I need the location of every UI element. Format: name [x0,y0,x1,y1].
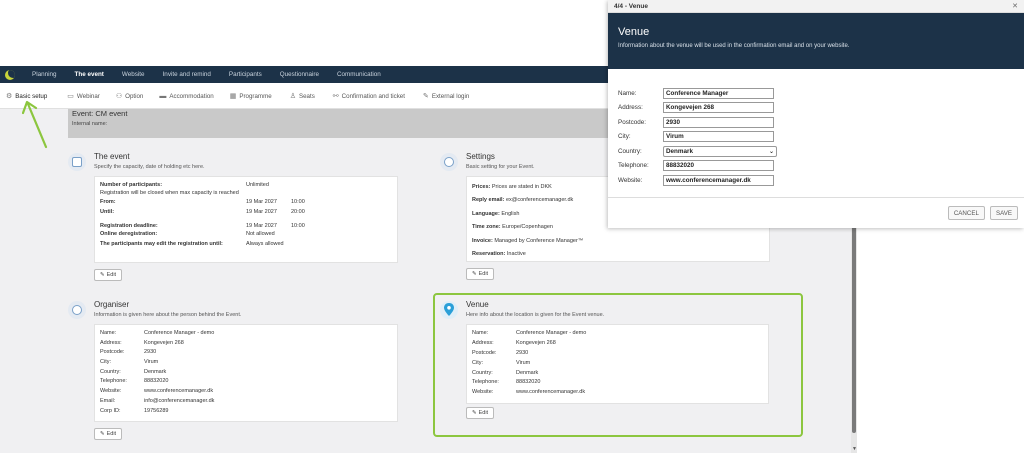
nav-participants[interactable]: Participants [229,71,262,78]
address-label: Address: [618,104,643,112]
postcode-label: Postcode: [618,118,647,126]
nav-invite-and-remind[interactable]: Invite and remind [163,71,211,78]
organiser-details: Name: Conference Manager - demo Address: K… [94,324,398,422]
subnav-webinar[interactable]: ▭ Webinar [67,92,100,101]
modal-window-title: 4/4 - Venue [614,2,648,10]
modal-subheading: Information about the venue will be used… [618,43,850,49]
pencil-icon: ✎ [100,431,105,437]
country-select[interactable]: Denmark ⌄ [663,145,777,157]
section-title: The event [94,152,130,161]
subnav-seats[interactable]: ♙ Seats [289,92,315,101]
website-label: Website: [618,176,643,184]
name-label: Name: [618,89,637,97]
pencil-icon: ✎ [472,271,477,277]
person-icon [68,301,86,319]
users-icon: ⚇ [115,93,123,100]
modal-footer: CANCEL SAVE [608,197,1024,228]
subnav-confirmation-and-ticket[interactable]: ⚯ Confirmation and ticket [332,92,405,101]
calendar-icon [68,153,86,171]
telephone-field[interactable]: 88832020 [663,160,774,172]
link-icon: ⚯ [332,93,339,100]
nav-planning[interactable]: Planning [32,71,57,78]
modal-titlebar: 4/4 - Venue ✕ [608,0,1024,13]
section-desc: Specify the capacity, date of holding et… [94,164,205,170]
modal-header: Venue Information about the venue will b… [608,13,1024,69]
person-icon: ♙ [289,93,296,100]
subnav-external-login[interactable]: ✎ External login [422,92,469,101]
scrollbar-thumb[interactable] [852,197,856,433]
website-field[interactable]: www.conferencemanager.dk [663,174,774,186]
organiser-edit-button[interactable]: ✎ Edit [94,428,123,440]
scroll-down-icon[interactable]: ▼ [852,446,857,452]
settings-edit-button[interactable]: ✎ Edit [466,268,495,280]
nav-website[interactable]: Website [122,71,145,78]
internal-name-label: Internal name: [72,121,108,127]
address-field[interactable]: Kongevejen 268 [663,102,774,114]
name-field[interactable]: Conference Manager [663,87,774,99]
modal-heading: Venue [618,26,650,38]
logo-icon[interactable] [5,69,15,80]
event-title: Event: CM event [72,109,128,118]
section-desc: Information is given here about the pers… [94,312,242,318]
pen-icon: ✎ [422,93,429,100]
gear-icon [440,153,458,171]
postcode-field[interactable]: 2930 [663,116,774,128]
the-event-details: Number of participants: Unlimited Registr… [94,176,398,263]
save-button[interactable]: SAVE [989,206,1018,220]
nav-the-event[interactable]: The event [75,71,104,78]
annotation-arrow-icon [22,100,48,149]
close-icon[interactable]: ✕ [1012,2,1018,10]
calendar-icon: ▦ [229,93,237,100]
nav-communication[interactable]: Communication [337,71,381,78]
video-icon: ▭ [67,93,74,100]
subnav-accommodation[interactable]: ▬ Accommodation [159,93,213,100]
pencil-icon: ✎ [100,272,105,278]
chevron-down-icon: ⌄ [768,148,774,155]
bed-icon: ▬ [159,92,167,100]
city-field[interactable]: Virum [663,131,774,143]
organiser-section: Organiser Information is given here abou… [94,300,398,440]
section-title: Organiser [94,300,130,309]
subnav-option[interactable]: ⚇ Option [115,92,144,101]
city-label: City: [618,133,631,141]
nav-questionnaire[interactable]: Questionnaire [280,71,319,78]
venue-highlight-box [433,293,803,437]
the-event-edit-button[interactable]: ✎ Edit [94,269,123,281]
telephone-label: Telephone: [618,162,649,170]
country-label: Country: [618,147,642,155]
subnav-programme[interactable]: ▦ Programme [229,92,272,101]
the-event-section: The event Specify the capacity, date of … [94,152,398,281]
gear-icon: ⚙ [6,93,13,100]
venue-modal: 4/4 - Venue ✕ Venue Information about th… [608,0,1024,228]
cancel-button[interactable]: CANCEL [947,206,985,220]
venue-form: Name: Conference Manager Address: Kongevej… [608,69,1024,188]
